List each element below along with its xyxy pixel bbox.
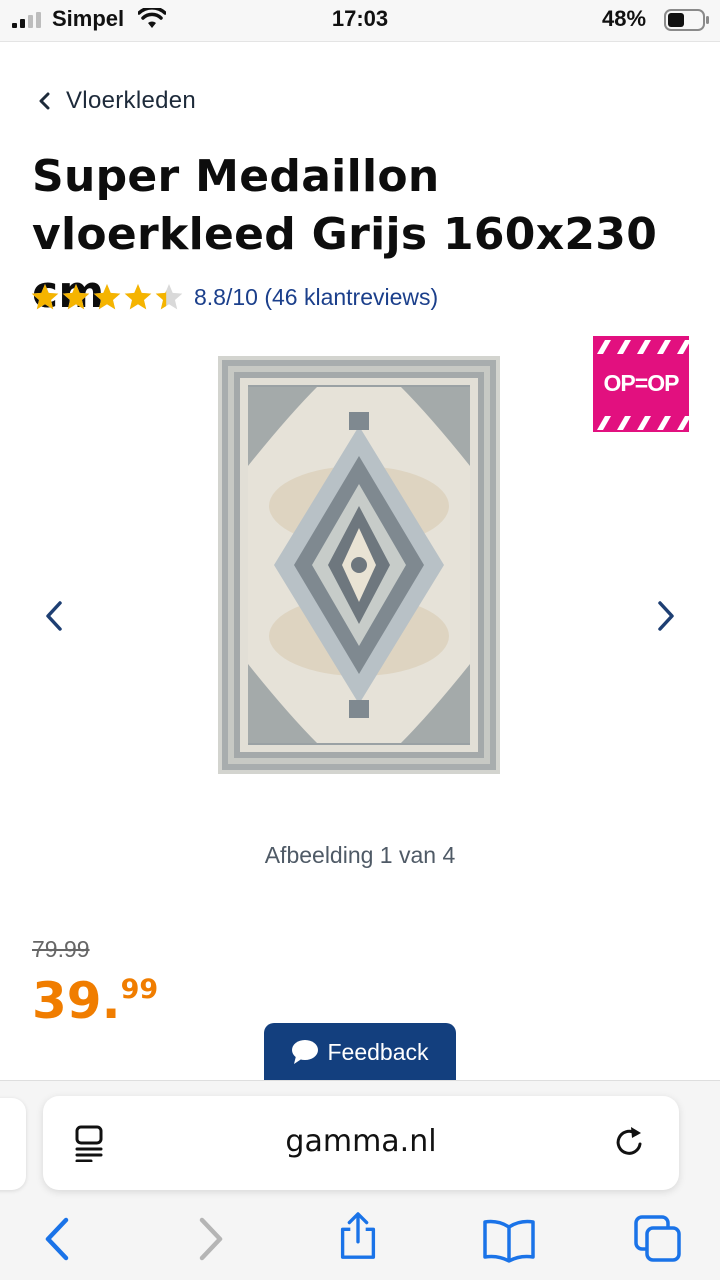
current-price: 39.99 [32,972,158,1030]
image-counter: Afbeelding 1 van 4 [264,842,456,868]
rating-stars [31,284,183,310]
breadcrumb-back-link[interactable]: Vloerkleden [38,84,196,118]
share-icon[interactable] [333,1211,383,1261]
rating-link[interactable]: 8.8/10 (46 klantreviews) [194,284,438,311]
tabs-icon[interactable] [633,1214,683,1264]
chevron-left-icon [39,92,50,110]
product-rating[interactable]: 8.8/10 (46 klantreviews) [30,280,438,314]
star-icon [124,284,152,310]
previous-tab-preview[interactable] [0,1098,26,1190]
carousel-next-button[interactable] [650,596,682,636]
feedback-label: Feedback [327,1038,429,1065]
reload-icon[interactable] [613,1124,649,1162]
badge-stripes-bottom [597,416,689,430]
badge-stripes-top [597,340,689,354]
status-bar: Simpel 17:03 48% [0,0,720,42]
address-bar[interactable]: gamma.nl [43,1096,679,1190]
breadcrumb-label: Vloerkleden [66,87,197,114]
back-icon[interactable] [34,1214,84,1264]
forward-icon[interactable] [184,1214,234,1264]
feedback-button[interactable]: Feedback [264,1023,456,1081]
product-image[interactable] [218,356,500,774]
price-decimals: 99 [120,974,159,1005]
battery-icon [664,9,709,31]
bookmarks-icon[interactable] [482,1215,536,1265]
carousel-prev-button[interactable] [38,596,70,636]
speech-bubble-icon [292,1040,319,1064]
chevron-left-icon [46,601,62,631]
url-text[interactable]: gamma.nl [43,1124,679,1159]
chevron-right-icon [658,601,674,631]
battery-percentage: 48% [602,6,647,31]
old-price: 79.99 [32,936,90,962]
star-icon [93,284,121,310]
star-icon [62,284,90,310]
star-icon [31,284,59,310]
price-integer: 39. [32,972,121,1030]
browser-toolbar: gamma.nl [0,1080,720,1280]
sale-badge: OP=OP [593,336,689,432]
badge-label: OP=OP [603,370,680,396]
